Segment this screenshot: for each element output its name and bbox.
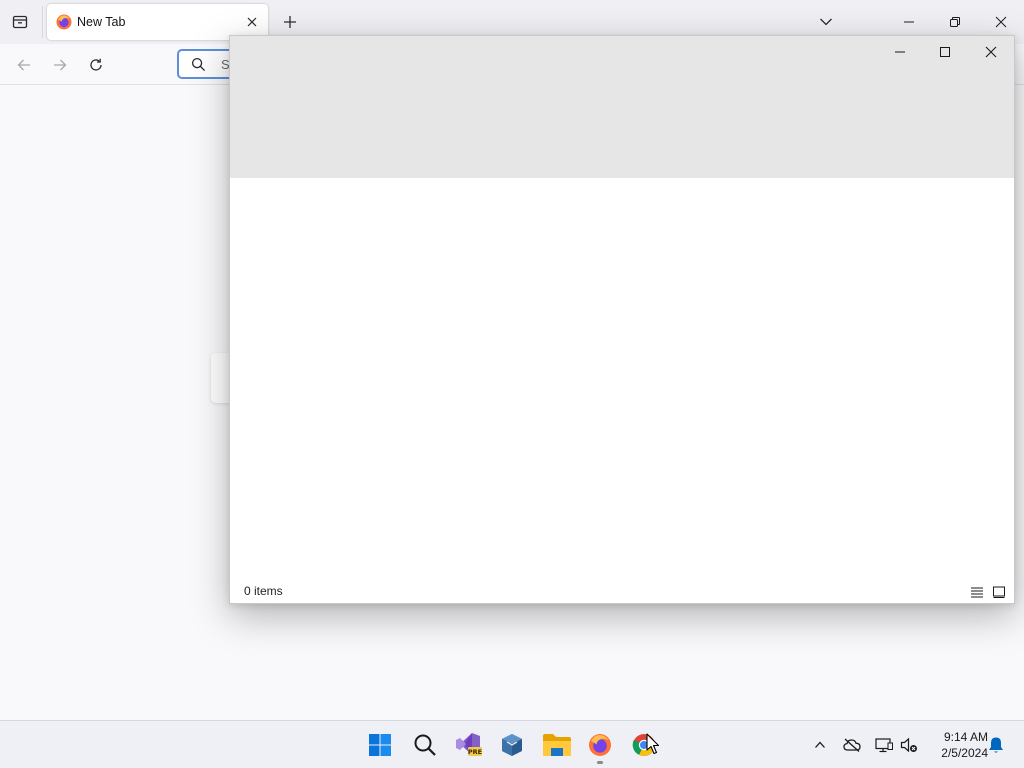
- volume-tray-button[interactable]: [899, 735, 919, 755]
- minimize-icon: [904, 21, 914, 23]
- reload-button[interactable]: [84, 53, 108, 77]
- notification-center-button[interactable]: [986, 735, 1006, 755]
- minimize-icon: [895, 51, 905, 53]
- restore-icon: [950, 17, 960, 27]
- browser-restore-button[interactable]: [941, 8, 969, 36]
- search-icon: [414, 734, 436, 756]
- item-count-label: 0 items: [244, 584, 283, 598]
- tab-close-button[interactable]: [244, 14, 260, 30]
- system-clock[interactable]: 9:14 AM 2/5/2024: [926, 729, 988, 761]
- start-icon: [369, 734, 391, 756]
- new-tab-button[interactable]: [280, 12, 300, 32]
- file-explorer-icon: [543, 734, 571, 756]
- file-list-area[interactable]: [230, 178, 1014, 582]
- taskbar-virtualbox[interactable]: [492, 725, 532, 765]
- start-button[interactable]: [360, 725, 400, 765]
- tab-title: New Tab: [77, 15, 126, 29]
- window-close-button[interactable]: [971, 38, 1011, 66]
- chevron-up-icon: [815, 741, 825, 748]
- firefox-view-button[interactable]: [6, 9, 34, 35]
- onedrive-tray-button[interactable]: [842, 735, 862, 755]
- details-view-icon: [971, 587, 983, 598]
- arrow-left-icon: [17, 59, 30, 71]
- firefox-view-icon: [12, 15, 28, 29]
- taskbar-file-explorer[interactable]: [537, 725, 577, 765]
- arrow-right-icon: [54, 59, 67, 71]
- clock-date: 2/5/2024: [941, 746, 988, 760]
- network-icon: [875, 738, 893, 753]
- close-icon: [247, 17, 257, 27]
- firefox-icon: [589, 734, 611, 756]
- clock-time: 9:14 AM: [943, 730, 988, 744]
- taskbar-search-button[interactable]: [405, 725, 445, 765]
- chevron-down-icon: [820, 18, 832, 26]
- explorer-window: 0 items: [229, 35, 1015, 604]
- close-icon: [985, 46, 997, 58]
- browser-close-button[interactable]: [987, 8, 1015, 36]
- maximize-icon: [940, 47, 950, 57]
- reload-icon: [90, 58, 102, 71]
- list-all-tabs-button[interactable]: [816, 12, 836, 32]
- running-app-indicator: [597, 761, 603, 764]
- svg-text:PRE: PRE: [468, 748, 482, 756]
- volume-muted-icon: [900, 737, 917, 753]
- visual-studio-icon: PRE: [456, 733, 482, 756]
- bell-icon: [989, 737, 1003, 753]
- taskbar-firefox[interactable]: [580, 725, 620, 765]
- search-icon: [191, 57, 206, 72]
- details-view-button[interactable]: [968, 583, 986, 601]
- window-header-area: [230, 36, 1014, 178]
- window-minimize-button[interactable]: [880, 38, 920, 66]
- status-bar: 0 items: [230, 582, 1014, 603]
- forward-button[interactable]: [48, 53, 72, 77]
- tiles-view-button[interactable]: [990, 583, 1008, 601]
- firefox-logo-icon: [56, 14, 72, 30]
- back-button[interactable]: [12, 53, 36, 77]
- browser-minimize-button[interactable]: [895, 8, 923, 36]
- show-hidden-icons-button[interactable]: [810, 735, 830, 755]
- tiles-view-icon: [993, 586, 1005, 598]
- cloud-offline-icon: [843, 738, 861, 752]
- window-maximize-button[interactable]: [925, 38, 965, 66]
- plus-icon: [284, 16, 296, 28]
- mouse-cursor-icon: [646, 733, 660, 755]
- network-tray-button[interactable]: [874, 735, 894, 755]
- taskbar: PRE 9:14 AM 2/5/2024: [0, 720, 1024, 768]
- virtualbox-icon: [502, 734, 522, 756]
- close-icon: [995, 16, 1007, 28]
- taskbar-visual-studio[interactable]: PRE: [448, 725, 488, 765]
- tab-separator: [42, 6, 43, 38]
